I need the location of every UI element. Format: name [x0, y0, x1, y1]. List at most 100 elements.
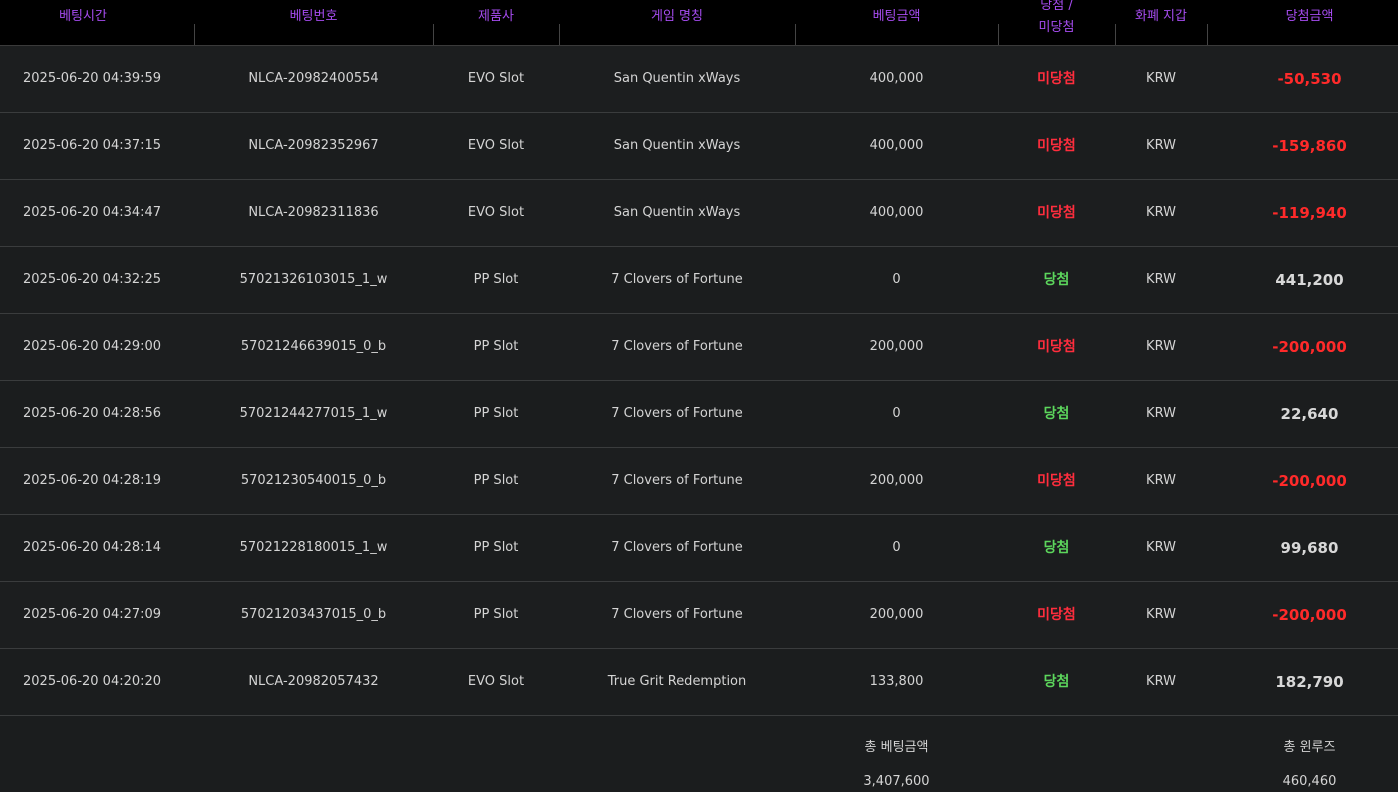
cell-provider: PP Slot [473, 339, 519, 354]
cell-bet-no: 57021246639015_0_b [240, 339, 387, 354]
header-game-name[interactable]: 게임 명칭 [559, 0, 795, 45]
cell-provider: PP Slot [473, 540, 519, 555]
cell-result: 미당첨 [1037, 607, 1076, 623]
cell-win-amount: -200,000 [1272, 606, 1347, 624]
cell-provider: PP Slot [473, 406, 519, 421]
cell-win-amount: 182,790 [1275, 673, 1344, 691]
total-winloss-label: 총 윈루즈 [1283, 740, 1336, 755]
cell-bet-no: 57021230540015_0_b [240, 473, 387, 488]
cell-result: 당첨 [1043, 272, 1070, 288]
cell-win-amount: -119,940 [1272, 204, 1347, 222]
cell-currency: KRW [1146, 540, 1176, 555]
cell-currency: KRW [1146, 71, 1176, 86]
cell-bet-no: NLCA-20982311836 [248, 205, 379, 220]
cell-game-name: San Quentin xWays [613, 138, 741, 153]
header-bet-no-label: 베팅번호 [289, 9, 338, 24]
cell-result: 미당첨 [1037, 473, 1076, 489]
header-bet-amount-label: 베팅금액 [872, 9, 921, 24]
header-game-name-label: 게임 명칭 [651, 9, 703, 24]
header-currency-label: 화폐 지갑 [1135, 9, 1187, 24]
header-win-amount[interactable]: 당첨금액 [1207, 0, 1398, 45]
header-provider-label: 제품사 [478, 9, 514, 24]
cell-result: 미당첨 [1037, 138, 1076, 154]
cell-win-amount: -50,530 [1277, 70, 1342, 88]
cell-win-amount: 22,640 [1280, 405, 1339, 423]
table-row[interactable]: 2025-06-20 04:20:20 NLCA-20982057432 EVO… [0, 649, 1398, 716]
cell-bet-no: NLCA-20982057432 [248, 674, 379, 689]
cell-provider: PP Slot [473, 272, 519, 287]
cell-result: 미당첨 [1037, 205, 1076, 221]
header-bet-time-label: 베팅시간 [59, 9, 107, 24]
cell-game-name: 7 Clovers of Fortune [611, 272, 743, 287]
cell-win-amount: 441,200 [1275, 271, 1344, 289]
cell-currency: KRW [1146, 205, 1176, 220]
cell-bet-amount: 0 [892, 406, 901, 421]
cell-bet-no: 57021203437015_0_b [240, 607, 387, 622]
table-footer-totals: 총 베팅금액 3,407,600 총 윈루즈 460,460 [0, 716, 1398, 792]
table-body: 2025-06-20 04:39:59 NLCA-20982400554 EVO… [0, 46, 1398, 716]
header-bet-time[interactable]: 베팅시간 [0, 0, 166, 45]
cell-result: 미당첨 [1037, 71, 1076, 87]
cell-bet-amount: 133,800 [869, 674, 924, 689]
table-row[interactable]: 2025-06-20 04:28:14 57021228180015_1_w P… [0, 515, 1398, 582]
table-row[interactable]: 2025-06-20 04:37:15 NLCA-20982352967 EVO… [0, 113, 1398, 180]
cell-bet-time: 2025-06-20 04:27:09 [23, 607, 162, 622]
cell-game-name: 7 Clovers of Fortune [611, 339, 743, 354]
cell-result: 당첨 [1043, 674, 1070, 690]
cell-currency: KRW [1146, 138, 1176, 153]
cell-currency: KRW [1146, 473, 1176, 488]
cell-bet-no: 57021244277015_1_w [239, 406, 388, 421]
cell-provider: EVO Slot [467, 71, 525, 86]
cell-provider: EVO Slot [467, 138, 525, 153]
cell-bet-no: NLCA-20982352967 [248, 138, 379, 153]
cell-bet-time: 2025-06-20 04:28:19 [23, 473, 162, 488]
cell-win-amount: -159,860 [1272, 137, 1347, 155]
cell-bet-time: 2025-06-20 04:28:14 [23, 540, 162, 555]
cell-bet-time: 2025-06-20 04:29:00 [23, 339, 162, 354]
cell-result: 미당첨 [1037, 339, 1076, 355]
table-row[interactable]: 2025-06-20 04:29:00 57021246639015_0_b P… [0, 314, 1398, 381]
cell-bet-time: 2025-06-20 04:32:25 [23, 272, 162, 287]
cell-game-name: 7 Clovers of Fortune [611, 406, 743, 421]
cell-bet-amount: 0 [892, 540, 901, 555]
header-provider[interactable]: 제품사 [433, 0, 559, 45]
cell-bet-amount: 400,000 [869, 71, 924, 86]
cell-bet-no: 57021326103015_1_w [239, 272, 388, 287]
cell-bet-no: NLCA-20982400554 [248, 71, 379, 86]
cell-bet-amount: 400,000 [869, 138, 924, 153]
cell-game-name: True Grit Redemption [607, 674, 747, 689]
cell-currency: KRW [1146, 674, 1176, 689]
table-row[interactable]: 2025-06-20 04:39:59 NLCA-20982400554 EVO… [0, 46, 1398, 113]
cell-bet-time: 2025-06-20 04:37:15 [23, 138, 162, 153]
header-result[interactable]: 당첨 / 미당첨 [998, 0, 1115, 45]
cell-game-name: San Quentin xWays [613, 71, 741, 86]
cell-bet-amount: 400,000 [869, 205, 924, 220]
table-row[interactable]: 2025-06-20 04:27:09 57021203437015_0_b P… [0, 582, 1398, 649]
cell-game-name: 7 Clovers of Fortune [611, 607, 743, 622]
cell-currency: KRW [1146, 406, 1176, 421]
table-row[interactable]: 2025-06-20 04:34:47 NLCA-20982311836 EVO… [0, 180, 1398, 247]
table-row[interactable]: 2025-06-20 04:28:56 57021244277015_1_w P… [0, 381, 1398, 448]
table-row[interactable]: 2025-06-20 04:32:25 57021326103015_1_w P… [0, 247, 1398, 314]
cell-bet-amount: 0 [892, 272, 901, 287]
table-row[interactable]: 2025-06-20 04:28:19 57021230540015_0_b P… [0, 448, 1398, 515]
cell-currency: KRW [1146, 272, 1176, 287]
cell-bet-amount: 200,000 [869, 339, 924, 354]
header-bet-amount[interactable]: 베팅금액 [795, 0, 998, 45]
total-winloss-value: 460,460 [1282, 774, 1337, 789]
cell-provider: PP Slot [473, 473, 519, 488]
header-win-amount-label: 당첨금액 [1285, 9, 1334, 24]
cell-bet-time: 2025-06-20 04:20:20 [23, 674, 162, 689]
cell-bet-amount: 200,000 [869, 607, 924, 622]
cell-game-name: 7 Clovers of Fortune [611, 473, 743, 488]
cell-bet-no: 57021228180015_1_w [239, 540, 388, 555]
total-bet-label: 총 베팅금액 [864, 740, 929, 755]
total-bet-value: 3,407,600 [863, 774, 930, 789]
cell-bet-amount: 200,000 [869, 473, 924, 488]
cell-provider: PP Slot [473, 607, 519, 622]
cell-game-name: 7 Clovers of Fortune [611, 540, 743, 555]
cell-win-amount: -200,000 [1272, 472, 1347, 490]
header-bet-no[interactable]: 베팅번호 [194, 0, 433, 45]
cell-result: 당첨 [1043, 406, 1070, 422]
header-currency[interactable]: 화폐 지갑 [1115, 0, 1207, 45]
